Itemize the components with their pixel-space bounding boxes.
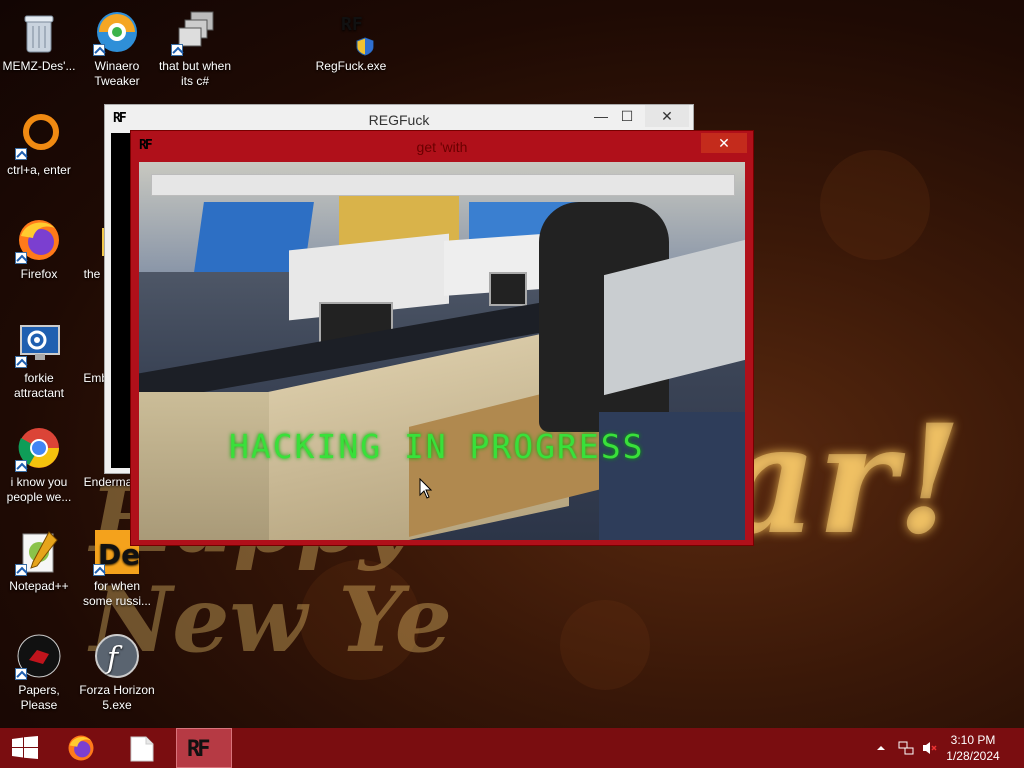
file-icon — [130, 736, 154, 762]
taskbar-file-button[interactable] — [116, 728, 170, 768]
popup-close-button[interactable]: ✕ — [701, 133, 747, 153]
network-tray-button[interactable] — [896, 728, 916, 768]
popup-window-title: get 'with — [416, 139, 468, 155]
clock[interactable]: 3:10 PM 1/28/2024 — [938, 732, 1008, 764]
desktop-icon-label: Notepad++ — [9, 579, 69, 593]
shortcut-arrow-icon — [15, 564, 27, 576]
desktop-icon-papers-please[interactable]: Papers, Please — [0, 632, 78, 713]
regfuck-icon: RF — [187, 737, 210, 762]
shortcut-arrow-icon — [171, 44, 183, 56]
clock-time: 3:10 PM — [950, 733, 996, 747]
regfuck-exe-icon: RF — [327, 8, 375, 56]
desktop-icon-label: that but when its c# — [158, 59, 232, 88]
orange-ring-icon — [15, 112, 63, 160]
settings-monitor-icon — [15, 320, 63, 368]
close-button[interactable]: ✕ — [645, 105, 689, 127]
popup-titlebar[interactable]: RF get 'with ✕ — [131, 131, 753, 161]
start-button[interactable] — [0, 728, 54, 768]
wallpaper-text: ar! — [720, 392, 963, 568]
chevron-up-icon — [877, 746, 885, 750]
windows-start-icon — [12, 736, 38, 759]
desktop-icon-label: Winaero Tweaker — [94, 59, 140, 88]
hacking-popup-window[interactable]: RF get 'with ✕ HACKING IN PROGRESS — [130, 130, 754, 546]
desktop-icon-ctrl-a-enter[interactable]: ctrl+a, enter — [0, 112, 78, 178]
desktop-icon-label: Forza Horizon 5.exe — [79, 683, 155, 712]
notepadpp-icon — [15, 528, 63, 576]
desktop-icon-forkie-attractant[interactable]: forkie attractant — [0, 320, 78, 401]
mouse-cursor-icon — [419, 478, 433, 499]
flash-icon: f — [93, 632, 141, 680]
shortcut-arrow-icon — [15, 460, 27, 472]
hacking-in-progress-text: HACKING IN PROGRESS — [229, 427, 645, 466]
progress-bar — [151, 174, 735, 196]
desktop-icon-that-but-when-its-csharp[interactable]: that but when its c# — [156, 8, 234, 89]
desktop-icon-label: Papers, Please — [18, 683, 60, 712]
desktop-icon-label: i know you people we... — [6, 475, 72, 504]
desktop-icon-memz[interactable]: MEMZ-Des'... — [0, 8, 78, 74]
regfuck-titlebar[interactable]: RF REGFuck — ☐ ✕ — [105, 105, 693, 133]
network-icon — [898, 741, 914, 755]
taskbar-firefox-button[interactable] — [56, 728, 110, 768]
desktop-icon-chrome[interactable]: i know you people we... — [0, 424, 78, 505]
clock-date: 1/28/2024 — [946, 749, 1000, 763]
svg-text:RF: RF — [341, 14, 363, 35]
desktop-icon-label: ctrl+a, enter — [7, 163, 71, 177]
shortcut-arrow-icon — [15, 668, 27, 680]
chrome-icon — [15, 424, 63, 472]
desktop-icon-label: forkie attractant — [13, 371, 65, 400]
winaero-icon — [93, 8, 141, 56]
recycle-bin-icon — [15, 8, 63, 56]
firefox-icon — [15, 216, 63, 264]
papers-please-icon — [15, 632, 63, 680]
desktop-icon-regfuck-exe[interactable]: RF RegFuck.exe — [312, 8, 390, 74]
firefox-icon — [68, 735, 94, 761]
taskbar: RF 3:10 PM 1/28/2024 — [0, 728, 1024, 768]
shortcut-arrow-icon — [93, 44, 105, 56]
desktop-icon-label: RegFuck.exe — [315, 59, 387, 73]
volume-muted-icon — [923, 742, 937, 754]
wallpaper-bokeh — [820, 150, 930, 260]
taskbar-regfuck-button[interactable]: RF — [176, 728, 232, 768]
windows-stack-icon — [171, 8, 219, 56]
shortcut-arrow-icon — [15, 148, 27, 160]
wallpaper-bokeh — [560, 600, 650, 690]
desktop-icon-label: for when some russi... — [82, 579, 151, 608]
video-frame: HACKING IN PROGRESS — [139, 162, 745, 540]
laptop-display — [489, 272, 527, 306]
shortcut-arrow-icon — [15, 356, 27, 368]
desktop-icon-winaero[interactable]: Winaero Tweaker — [78, 8, 156, 89]
desktop-icon-label: MEMZ-Des'... — [2, 59, 76, 73]
shortcut-arrow-icon — [93, 564, 105, 576]
maximize-button[interactable]: ☐ — [611, 105, 643, 127]
show-hidden-icons-button[interactable] — [874, 728, 888, 768]
shortcut-arrow-icon — [15, 252, 27, 264]
volume-tray-button[interactable] — [920, 728, 940, 768]
desktop-icon-label: Enderma — [83, 475, 133, 489]
desktop-icon-notepadpp[interactable]: Notepad++ — [0, 528, 78, 594]
desktop-icon-forza-horizon-5[interactable]: f Forza Horizon 5.exe — [78, 632, 156, 713]
